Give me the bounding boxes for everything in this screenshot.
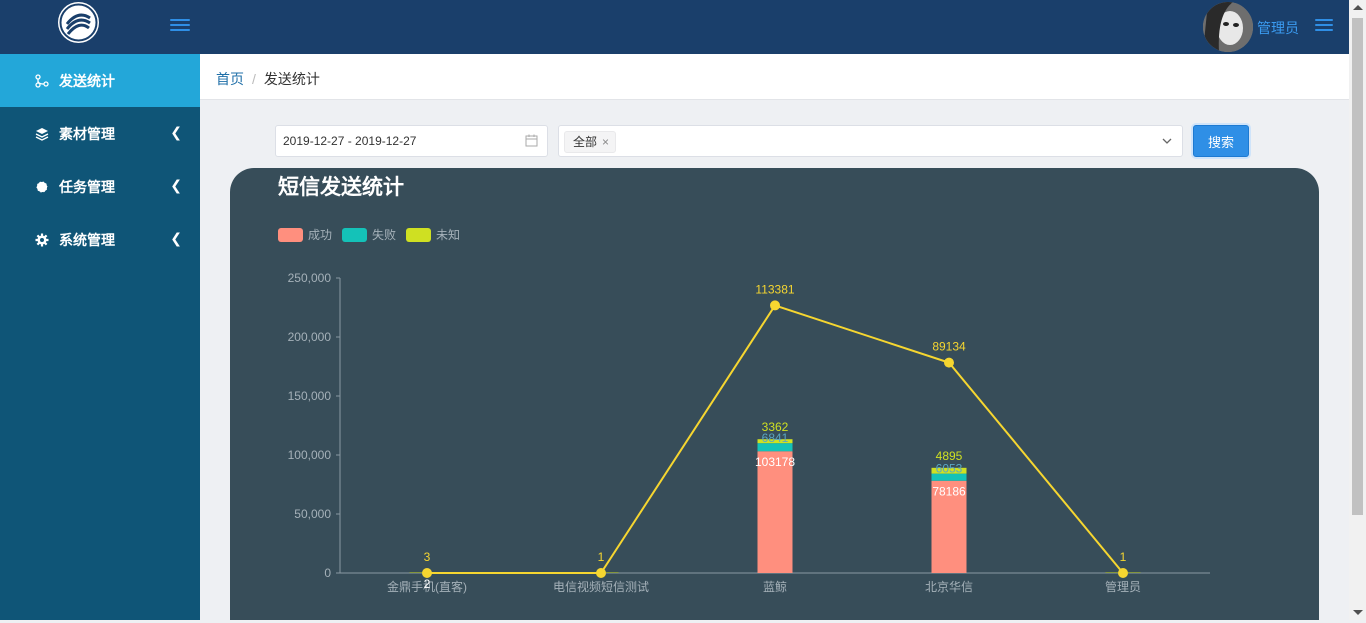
x-tick-label: 管理员 [1105,579,1141,594]
chart-title: 短信发送统计 [278,175,404,199]
account-select[interactable]: 全部 × [558,125,1183,157]
breadcrumb-separator: / [252,71,256,87]
scroll-up-icon[interactable] [1353,5,1363,10]
sidebar-item-label: 素材管理 [59,125,115,142]
y-tick-label: 100,000 [288,448,332,462]
line-label: 89134 [932,340,966,354]
sidebar-item-system[interactable]: 系统管理 ❮ [0,213,200,266]
logo [58,2,99,43]
y-tick-label: 50,000 [294,507,331,521]
bar-label: 78186 [932,485,966,499]
date-range-value: 2019-12-27 - 2019-12-27 [283,134,417,148]
selected-tag: 全部 × [564,131,617,153]
scroll-thumb[interactable] [1352,18,1363,515]
chevron-left-icon: ❮ [170,177,182,193]
search-button[interactable]: 搜索 [1193,125,1249,157]
line-label: 1 [1120,550,1127,564]
close-icon[interactable]: × [602,135,609,149]
chevron-left-icon: ❮ [170,230,182,246]
layers-icon [35,127,49,141]
line-point [770,300,780,311]
avatar[interactable] [1203,2,1253,52]
legend-swatch [278,228,303,242]
legend-swatch [406,228,431,242]
breadcrumb-current: 发送统计 [263,71,320,87]
scroll-down-icon[interactable] [1353,610,1363,615]
breadcrumb-home-link[interactable]: 首页 [216,71,244,87]
sidebar-item-label: 发送统计 [59,72,115,89]
sidebar-item-label: 任务管理 [59,178,115,195]
line-label: 113381 [755,282,794,296]
bar [757,451,793,573]
sidebar: 发送统计 素材管理 ❮ 任务管理 ❮ 系统管理 ❮ [0,54,200,620]
calendar-icon [525,134,538,147]
sidebar-item-label: 系统管理 [59,231,115,248]
legend-label: 失败 [372,227,396,242]
line-point [596,567,606,578]
chevron-down-icon[interactable] [1161,135,1173,147]
user-menu-icon[interactable] [1315,16,1333,36]
legend-label: 成功 [308,228,332,242]
sidebar-item-task[interactable]: 任务管理 ❮ [0,160,200,213]
user-name[interactable]: 管理员 [1257,18,1299,38]
y-tick-label: 200,000 [288,330,332,344]
bar-label: 6053 [936,462,963,476]
top-bar: 管理员 [0,0,1349,54]
line-point [1118,567,1128,578]
chart-panel: 短信发送统计成功 失败 未知 0 50,000 100,000 150,000 200,000… [230,168,1319,620]
line-point [422,567,432,578]
branch-icon [35,73,49,88]
line-point [944,357,954,368]
page-scrollbar[interactable] [1349,0,1366,620]
bar-label: 3362 [762,420,789,434]
x-tick-label: 电信视频短信测试 [553,579,649,594]
line-label: 3 [424,550,431,564]
breadcrumb-bar: 首页 / 发送统计 [200,54,1349,100]
bar-label: 103178 [755,455,795,469]
menu-toggle-icon[interactable] [170,16,190,36]
breadcrumb: 首页 / 发送统计 [216,69,320,89]
y-tick-label: 150,000 [288,389,332,403]
y-tick-label: 250,000 [288,271,332,285]
x-tick-label: 蓝鲸 [763,579,787,594]
legend-swatch [342,228,367,242]
selected-tag-label: 全部 [573,135,598,149]
logo-icon [59,3,98,42]
sidebar-item-send-stats[interactable]: 发送统计 [0,54,200,107]
line-label: 1 [598,550,605,564]
chart: 短信发送统计成功 失败 未知 0 50,000 100,000 150,000 200,000… [278,175,1210,594]
legend-label: 未知 [436,228,460,242]
bar-label: 4895 [936,449,963,463]
y-tick-label: 0 [324,566,331,580]
bar-label: 2 [424,577,431,591]
circle-icon [35,180,49,194]
x-tick-label: 北京华信 [925,580,973,594]
date-range-input[interactable]: 2019-12-27 - 2019-12-27 [275,125,548,157]
sidebar-item-material[interactable]: 素材管理 ❮ [0,107,200,160]
gear-icon [35,233,49,247]
chevron-left-icon: ❮ [170,124,182,140]
